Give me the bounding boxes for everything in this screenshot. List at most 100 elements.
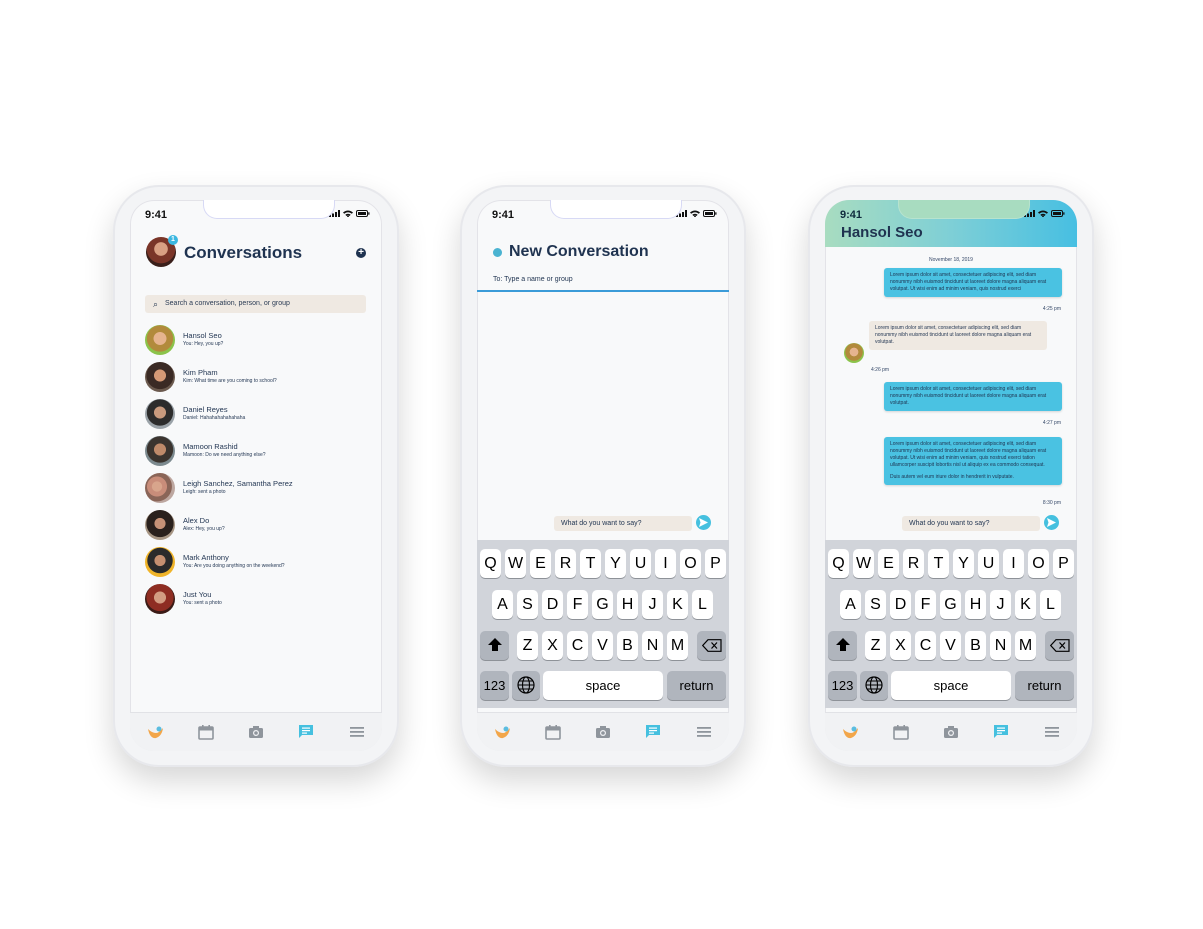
globe-key[interactable] [860, 671, 888, 700]
last-message: You: Hey, you up? [183, 341, 224, 347]
new-conversation-button[interactable]: + [356, 248, 366, 258]
key-q[interactable]: Q [828, 549, 849, 578]
shift-key[interactable] [480, 631, 509, 660]
key-s[interactable]: S [865, 590, 886, 619]
key-i[interactable]: I [1003, 549, 1024, 578]
tab-camera[interactable] [244, 720, 268, 744]
return-key[interactable]: return [1015, 671, 1074, 700]
list-item[interactable]: Alex Do Alex: Hey, you up? [145, 510, 372, 547]
key-t[interactable]: T [580, 549, 601, 578]
key-v[interactable]: V [940, 631, 961, 660]
tab-calendar[interactable] [889, 720, 913, 744]
send-button[interactable] [696, 515, 711, 530]
backspace-key[interactable] [697, 631, 726, 660]
list-item[interactable]: Just You You: sent a photo [145, 584, 372, 621]
back-dot-icon[interactable] [493, 248, 502, 257]
tab-messages[interactable] [989, 720, 1013, 744]
search-icon: ⌕ [153, 299, 159, 309]
globe-key[interactable] [512, 671, 540, 700]
key-o[interactable]: O [1028, 549, 1049, 578]
key-e[interactable]: E [530, 549, 551, 578]
key-w[interactable]: W [853, 549, 874, 578]
list-item[interactable]: Kim Pham Kim: What time are you coming t… [145, 362, 372, 399]
tab-home[interactable] [490, 720, 514, 744]
message-input[interactable]: What do you want to say? [554, 516, 692, 531]
backspace-key[interactable] [1045, 631, 1074, 660]
return-key[interactable]: return [667, 671, 726, 700]
key-r[interactable]: R [555, 549, 576, 578]
key-s[interactable]: S [517, 590, 538, 619]
tab-home[interactable] [838, 720, 862, 744]
key-k[interactable]: K [667, 590, 688, 619]
key-d[interactable]: D [890, 590, 911, 619]
tab-calendar[interactable] [194, 720, 218, 744]
key-n[interactable]: N [642, 631, 663, 660]
tab-camera[interactable] [939, 720, 963, 744]
key-c[interactable]: C [915, 631, 936, 660]
tab-messages[interactable] [641, 720, 665, 744]
key-n[interactable]: N [990, 631, 1011, 660]
key-w[interactable]: W [505, 549, 526, 578]
key-k[interactable]: K [1015, 590, 1036, 619]
key-x[interactable]: X [542, 631, 563, 660]
tab-menu[interactable] [692, 720, 716, 744]
key-h[interactable]: H [965, 590, 986, 619]
key-l[interactable]: L [1040, 590, 1061, 619]
key-b[interactable]: B [617, 631, 638, 660]
key-c[interactable]: C [567, 631, 588, 660]
tab-calendar[interactable] [541, 720, 565, 744]
list-item[interactable]: Hansol Seo You: Hey, you up? [145, 325, 372, 362]
key-z[interactable]: Z [865, 631, 886, 660]
key-x[interactable]: X [890, 631, 911, 660]
key-h[interactable]: H [617, 590, 638, 619]
key-g[interactable]: G [592, 590, 613, 619]
key-l[interactable]: L [692, 590, 713, 619]
key-p[interactable]: P [705, 549, 726, 578]
key-m[interactable]: M [1015, 631, 1036, 660]
key-f[interactable]: F [915, 590, 936, 619]
list-item[interactable]: Daniel Reyes Daniel: Hahahahahahahaha [145, 399, 372, 436]
key-g[interactable]: G [940, 590, 961, 619]
key-f[interactable]: F [567, 590, 588, 619]
key-j[interactable]: J [642, 590, 663, 619]
numbers-key[interactable]: 123 [480, 671, 509, 700]
key-u[interactable]: U [630, 549, 651, 578]
shift-key[interactable] [828, 631, 857, 660]
key-b[interactable]: B [965, 631, 986, 660]
list-item[interactable]: Mark Anthony You: Are you doing anything… [145, 547, 372, 584]
key-a[interactable]: A [492, 590, 513, 619]
space-key[interactable]: space [543, 671, 663, 700]
tab-menu[interactable] [1040, 720, 1064, 744]
menu-icon [349, 727, 364, 737]
recipient-input[interactable]: To: Type a name or group [477, 274, 729, 292]
list-item[interactable]: Mamoon Rashid Mamoon: Do we need anythin… [145, 436, 372, 473]
tab-camera[interactable] [591, 720, 615, 744]
key-y[interactable]: Y [605, 549, 626, 578]
status-icons [676, 210, 717, 217]
key-e[interactable]: E [878, 549, 899, 578]
key-v[interactable]: V [592, 631, 613, 660]
numbers-key[interactable]: 123 [828, 671, 857, 700]
search-input[interactable]: ⌕ Search a conversation, person, or grou… [145, 295, 366, 313]
message-input[interactable]: What do you want to say? [902, 516, 1040, 531]
key-d[interactable]: D [542, 590, 563, 619]
key-z[interactable]: Z [517, 631, 538, 660]
key-o[interactable]: O [680, 549, 701, 578]
key-m[interactable]: M [667, 631, 688, 660]
key-r[interactable]: R [903, 549, 924, 578]
key-q[interactable]: Q [480, 549, 501, 578]
space-key[interactable]: space [891, 671, 1011, 700]
list-item[interactable]: Leigh Sanchez, Samantha Perez Leigh: sen… [145, 473, 372, 510]
avatar [145, 436, 175, 466]
key-i[interactable]: I [655, 549, 676, 578]
send-button[interactable] [1044, 515, 1059, 530]
key-t[interactable]: T [928, 549, 949, 578]
key-a[interactable]: A [840, 590, 861, 619]
key-p[interactable]: P [1053, 549, 1074, 578]
key-u[interactable]: U [978, 549, 999, 578]
tab-messages[interactable] [294, 720, 318, 744]
key-y[interactable]: Y [953, 549, 974, 578]
tab-menu[interactable] [345, 720, 369, 744]
tab-home[interactable] [143, 720, 167, 744]
key-j[interactable]: J [990, 590, 1011, 619]
